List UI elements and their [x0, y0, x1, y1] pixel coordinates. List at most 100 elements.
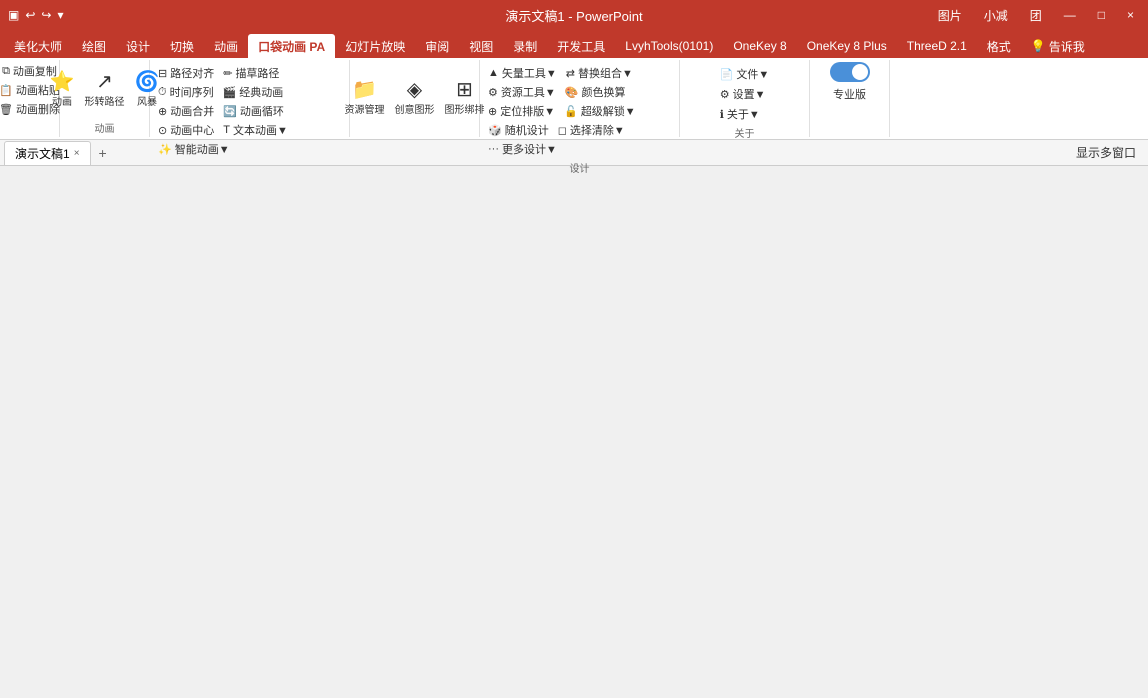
tab-add-button[interactable]: +	[91, 142, 115, 164]
window-title: 演示文稿1 - PowerPoint	[505, 6, 642, 25]
ribbon-group-anim-sub: ⊟ 路径对齐 ✏ 描草路径 ⏱ 时间序列 🎬 经典动画 ⊕ 动画合并 🔄 动画循	[150, 60, 350, 137]
shape-icon: ◈	[407, 80, 422, 100]
path-align-btn[interactable]: ⊟ 路径对齐	[154, 64, 218, 82]
ribbon-tabs: 美化大师 绘图 设计 切换 动画 口袋动画 PA 幻灯片放映 审阅 视图 录制 …	[0, 30, 1148, 58]
timeline-icon: ⏱	[158, 86, 167, 99]
more-design-btn[interactable]: ··· 更多设计▼	[484, 140, 561, 158]
tab-slideshow[interactable]: 幻灯片放映	[335, 34, 415, 58]
smart-icon: ✨	[158, 143, 172, 156]
ribbon-group-tools: ▲ 矢量工具▼ ⇄ 替换组合▼ ⚙ 资源工具▼ 🎨 颜色换算 ⊕ 定位排版▼ 🔓	[480, 60, 680, 137]
tab-format[interactable]: 格式	[977, 34, 1021, 58]
quick-dropdown[interactable]: ▾	[57, 8, 63, 22]
title-bar-right: 图片 小减 团 — □ ×	[932, 5, 1140, 26]
classic-anim-btn[interactable]: 🎬 经典动画	[219, 83, 288, 101]
ribbon-group-resources: 📁 资源管理 ◈ 创意图形 ⊞ 图形绑排	[350, 60, 480, 137]
unlock-icon: 🔓	[564, 105, 578, 118]
tab-design[interactable]: 设计	[116, 34, 160, 58]
smart-anim-btn[interactable]: ✨ 智能动画▼	[154, 140, 234, 158]
team-icon[interactable]: 团	[1024, 5, 1048, 26]
quick-redo[interactable]: ↪	[41, 8, 51, 22]
classic-icon: 🎬	[223, 86, 237, 99]
folder-icon: 📁	[352, 80, 377, 100]
loop-icon: 🔄	[223, 105, 237, 118]
info-icon: ℹ	[720, 108, 724, 121]
tab-lvyh[interactable]: LvyhTools(0101)	[615, 34, 723, 58]
paste-icon: 📋	[0, 84, 13, 97]
path-btn[interactable]: ↗ 形转路径	[81, 70, 129, 110]
minimize-button[interactable]: —	[1058, 6, 1082, 24]
anim-center-btn[interactable]: ⊙ 动画中心	[154, 121, 218, 139]
pro-toggle[interactable]	[830, 62, 870, 82]
tab-onekey8plus[interactable]: OneKey 8 Plus	[797, 34, 897, 58]
tab-anim[interactable]: 动画	[204, 34, 248, 58]
select-clear-btn[interactable]: ◻ 选择清除▼	[554, 121, 629, 139]
anim-merge-btn[interactable]: ⊕ 动画合并	[154, 102, 218, 120]
doc-tab-main[interactable]: 演示文稿1 ×	[4, 141, 91, 165]
file-btn[interactable]: 📄 文件▼	[716, 65, 774, 83]
ribbon-content: ⧉ 动画复制 📋 动画粘贴 🗑 动画删除 ⭐ 动画 ↗ 形转路径	[0, 58, 1148, 140]
tab-record[interactable]: 录制	[503, 34, 547, 58]
resource-mgr-btn[interactable]: 📁 资源管理	[341, 78, 389, 118]
tab-devtools[interactable]: 开发工具	[547, 34, 615, 58]
position-icon: ⊕	[488, 105, 497, 118]
tab-beautify[interactable]: 美化大师	[4, 34, 72, 58]
vector-icon: ▲	[488, 67, 499, 79]
user-label: 小减	[978, 5, 1014, 26]
timeline-btn[interactable]: ⏱ 时间序列	[154, 83, 218, 101]
center-icon: ⊙	[158, 124, 167, 137]
resource-icon: ⚙	[488, 86, 498, 99]
tab-trim[interactable]: 切换	[160, 34, 204, 58]
lightbulb-icon: 💡	[1031, 39, 1046, 53]
tab-close-icon[interactable]: ×	[74, 148, 80, 159]
ribbon-group-pro: 专业版	[810, 60, 890, 137]
anim-loop-btn[interactable]: 🔄 动画循环	[219, 102, 288, 120]
random-design-btn[interactable]: 🎲 随机设计	[484, 121, 553, 139]
color-convert-btn[interactable]: 🎨 颜色换算	[561, 83, 630, 101]
tab-feedback[interactable]: 💡 告诉我	[1021, 34, 1095, 58]
path-align-icon: ⊟	[158, 67, 167, 80]
more-icon: ···	[488, 143, 499, 155]
resource-tool-btn[interactable]: ⚙ 资源工具▼	[484, 83, 560, 101]
file-icon: 📄	[720, 68, 734, 81]
quick-undo[interactable]: ↩	[25, 8, 35, 22]
show-multi-window[interactable]: 显示多窗口	[1068, 142, 1144, 163]
about-btn[interactable]: ℹ 关于▼	[716, 105, 764, 123]
text-anim-btn[interactable]: T 文本动画▼	[219, 121, 292, 139]
tab-label: 演示文稿1	[15, 145, 70, 162]
app-icon: ▣	[8, 8, 19, 22]
merge-icon: ⊕	[158, 105, 167, 118]
draw-path-icon: ✏	[223, 67, 232, 80]
tab-draw[interactable]: 绘图	[72, 34, 116, 58]
vector-tool-btn[interactable]: ▲ 矢量工具▼	[484, 64, 561, 82]
close-button[interactable]: ×	[1121, 6, 1140, 24]
about-label: 关于	[735, 123, 755, 140]
settings-btn[interactable]: ⚙ 设置▼	[716, 85, 770, 103]
random-icon: 🎲	[488, 124, 502, 137]
select-icon: ◻	[558, 124, 567, 137]
tab-review[interactable]: 审阅	[415, 34, 459, 58]
position-btn[interactable]: ⊕ 定位排版▼	[484, 102, 559, 120]
tab-view[interactable]: 视图	[459, 34, 503, 58]
tab-onekey8[interactable]: OneKey 8	[723, 34, 796, 58]
ribbon-group-anim-main: ⭐ 动画 ↗ 形转路径 🌀 风暴 动画	[60, 60, 150, 137]
tools-label: 设计	[570, 158, 590, 175]
replace-combo-btn[interactable]: ⇄ 替换组合▼	[562, 64, 637, 82]
color-icon: 🎨	[565, 86, 579, 99]
copy-icon: ⧉	[2, 65, 10, 78]
delete-icon: 🗑	[0, 103, 13, 116]
anim-icon: ⭐	[50, 72, 75, 92]
settings-icon: ⚙	[720, 88, 730, 101]
draw-path-btn[interactable]: ✏ 描草路径	[219, 64, 283, 82]
text-anim-icon: T	[223, 124, 230, 136]
ribbon-group-about: 📄 文件▼ ⚙ 设置▼ ℹ 关于▼ 关于	[680, 60, 810, 137]
title-bar-left: ▣ ↩ ↪ ▾	[8, 8, 64, 22]
creative-shape-btn[interactable]: ◈ 创意图形	[391, 78, 439, 118]
title-bar: ▣ ↩ ↪ ▾ 演示文稿1 - PowerPoint 图片 小减 团 — □ ×	[0, 0, 1148, 30]
anim-btn[interactable]: ⭐ 动画	[46, 70, 79, 110]
tab-pocket[interactable]: 口袋动画 PA	[248, 34, 335, 58]
picture-label: 图片	[932, 5, 968, 26]
tab-threed[interactable]: ThreeD 2.1	[897, 34, 977, 58]
unlock-btn[interactable]: 🔓 超级解锁▼	[560, 102, 640, 120]
pro-label: 专业版	[833, 86, 866, 102]
maximize-button[interactable]: □	[1092, 6, 1111, 24]
